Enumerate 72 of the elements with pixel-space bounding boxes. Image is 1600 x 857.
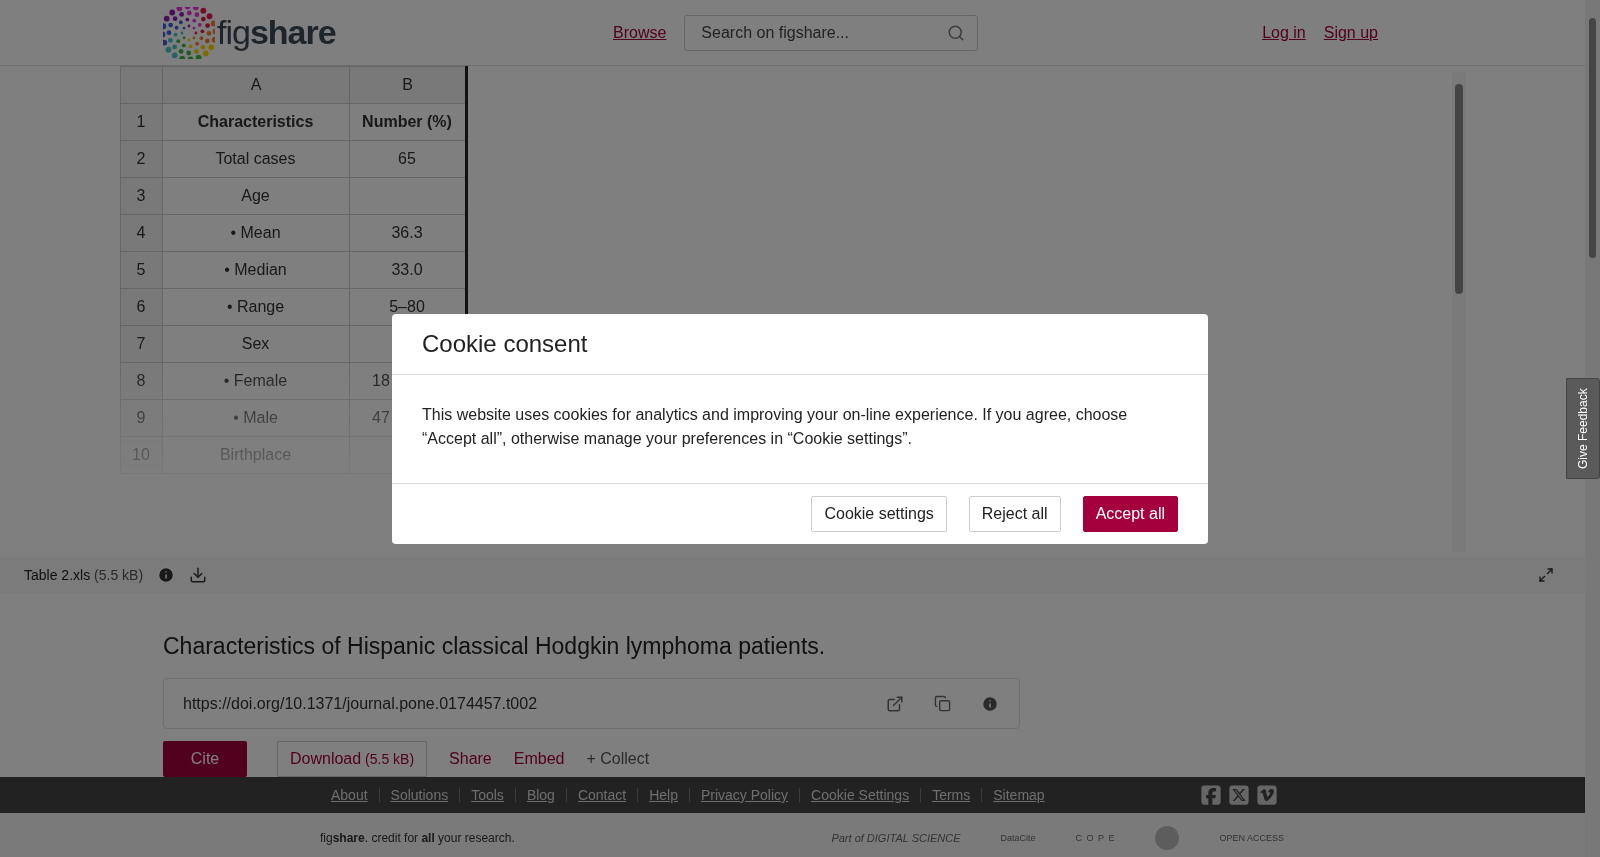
row-number: 6: [120, 288, 163, 326]
table-cell: 33.0: [349, 251, 467, 289]
footer-link[interactable]: Terms: [920, 788, 982, 802]
partner-logo[interactable]: Part of DIGITAL SCIENCE: [831, 832, 961, 844]
account-link[interactable]: Sign up: [1323, 23, 1378, 42]
table-cell: Age: [162, 177, 350, 215]
partner-logo[interactable]: DataCite: [1000, 833, 1036, 843]
x-icon[interactable]: [1228, 784, 1250, 806]
tagline: figshare. credit for all your research.: [320, 831, 515, 845]
footer-link[interactable]: Sitemap: [981, 788, 1056, 802]
table-cell: Characteristics: [162, 103, 350, 141]
dialog-title: Cookie consent: [392, 314, 1208, 375]
dialog-button[interactable]: Cookie settings: [811, 496, 947, 532]
footer-link[interactable]: Help: [637, 788, 689, 802]
feedback-tab[interactable]: Give Feedback: [1566, 378, 1600, 479]
vimeo-icon[interactable]: [1256, 784, 1278, 806]
facebook-icon[interactable]: [1200, 784, 1222, 806]
partner-logo[interactable]: C O P E: [1075, 833, 1116, 843]
row-number: 4: [120, 214, 163, 252]
file-name: Table 2.xls (5.5 kB): [24, 567, 144, 583]
account-link[interactable]: Log in: [1262, 23, 1306, 42]
footer-link[interactable]: Contact: [565, 788, 638, 802]
footer-link[interactable]: Solutions: [378, 788, 460, 802]
dialog-button[interactable]: Reject all: [968, 496, 1061, 532]
row-number: 9: [120, 399, 163, 437]
search-field[interactable]: Search on figshare...: [699, 22, 948, 43]
external-link-icon[interactable]: [886, 694, 904, 713]
row-number: 3: [120, 177, 163, 215]
browse-link[interactable]: Browse: [613, 23, 667, 42]
logo-icon: [163, 6, 215, 59]
action-button[interactable]: Share: [449, 741, 492, 777]
scrollbar[interactable]: [1452, 72, 1466, 552]
search-box[interactable]: Search on figshare...: [684, 14, 979, 51]
logo[interactable]: figshare: [163, 6, 613, 59]
footer-link[interactable]: About: [320, 788, 379, 802]
action-button[interactable]: + Collect: [586, 741, 650, 777]
info-button[interactable]: [157, 566, 176, 584]
row-number: 8: [120, 362, 163, 400]
action-button[interactable]: Cite: [163, 741, 247, 777]
action-button[interactable]: Embed: [513, 741, 565, 777]
row-number: 1: [120, 103, 163, 141]
table-cell: 36.3: [349, 214, 467, 252]
dialog-message: This website uses cookies for analytics and improving your on-line experience. If you agree, choose “Accept all”, otherwise manage your preferences in “Cookie settings”.: [392, 375, 1208, 484]
column-header: A: [162, 66, 350, 104]
table-cell: Number (%): [349, 103, 467, 141]
download-button[interactable]: [189, 566, 208, 584]
seal-icon[interactable]: [1155, 826, 1180, 850]
table-cell: • Median: [162, 251, 350, 289]
item-title: Characteristics of Hispanic classical Hodgkin lymphoma patients.: [163, 633, 827, 660]
footer-link[interactable]: Privacy Policy: [688, 788, 800, 802]
table-cell: • Mean: [162, 214, 350, 252]
table-cell: • Range: [162, 288, 350, 326]
row-number: 5: [120, 251, 163, 289]
scrollbar-thumb[interactable]: [1455, 84, 1463, 294]
fullscreen-button[interactable]: [1538, 567, 1554, 583]
logo-wordmark: figshare: [217, 13, 336, 52]
copy-icon[interactable]: [934, 695, 951, 712]
row-number: 7: [120, 325, 163, 363]
search-icon[interactable]: [947, 23, 966, 42]
footer-link[interactable]: Tools: [459, 788, 515, 802]
footer-link[interactable]: Blog: [514, 788, 566, 802]
doi-link[interactable]: https://doi.org/10.1371/journal.pone.0174457.t002: [183, 694, 856, 713]
table-cell: Total cases: [162, 140, 350, 178]
partner-logo[interactable]: OPEN ACCESS: [1219, 833, 1284, 843]
info-icon[interactable]: [981, 694, 999, 713]
row-number: 2: [120, 140, 163, 178]
scrollbar-thumb[interactable]: [1589, 18, 1596, 258]
column-header: B: [349, 66, 467, 104]
footer-link[interactable]: Cookie Settings: [799, 788, 921, 802]
action-button[interactable]: Download (5.5 kB): [277, 741, 428, 777]
table-cell: 65: [349, 140, 467, 178]
dialog-button[interactable]: Accept all: [1082, 496, 1178, 532]
